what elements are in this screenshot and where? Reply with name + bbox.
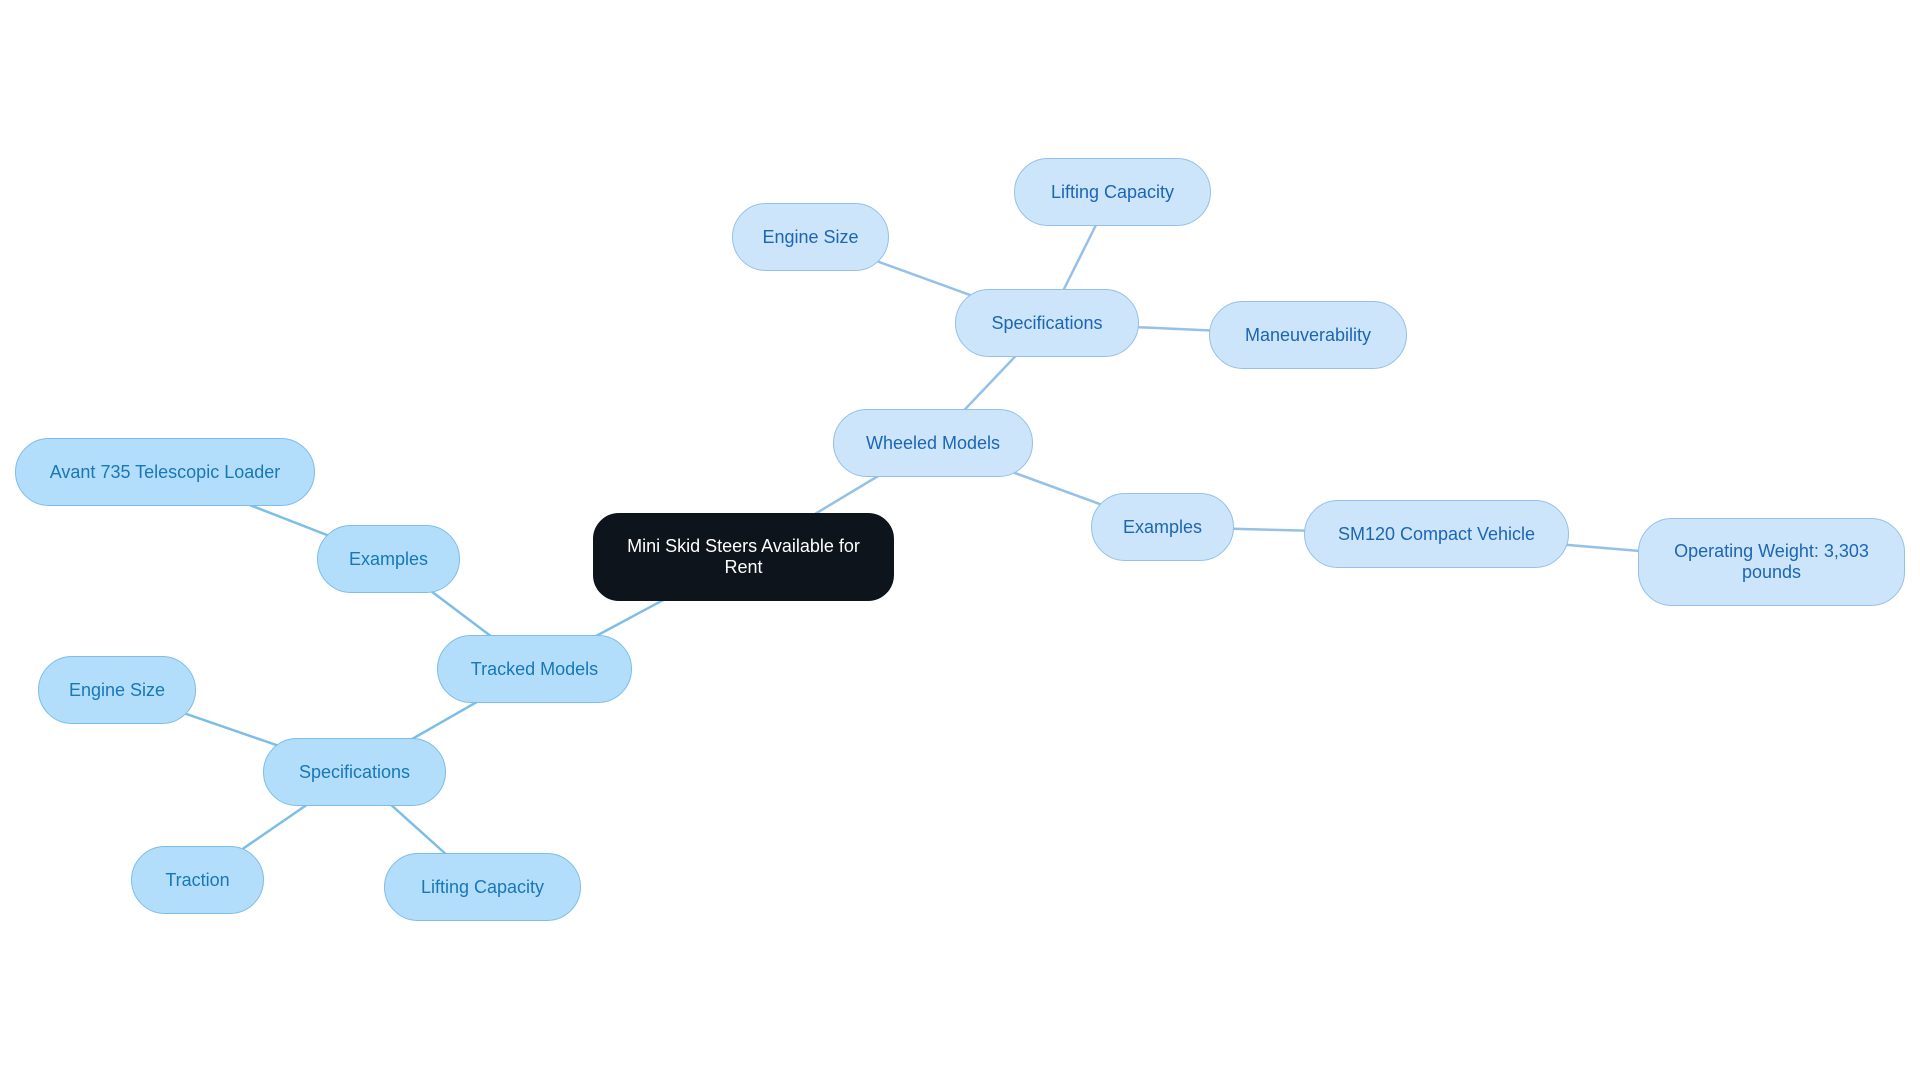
- connector-layer: [116, 191, 1772, 888]
- tracked-engine-size-node[interactable]: Engine Size: [38, 656, 196, 724]
- wheeled-lifting-capacity-node[interactable]: Lifting Capacity: [1014, 158, 1211, 226]
- wheeled-engine-size-node[interactable]: Engine Size: [732, 203, 889, 271]
- avant-735-telescopic-loader-node[interactable]: Avant 735 Telescopic Loader: [15, 438, 315, 506]
- operating-weight-node[interactable]: Operating Weight: 3,303 pounds: [1638, 518, 1905, 606]
- tracked-examples-node[interactable]: Examples: [317, 525, 460, 593]
- tracked-specifications-node[interactable]: Specifications: [263, 738, 446, 806]
- wheeled-examples-node[interactable]: Examples: [1091, 493, 1234, 561]
- wheeled-specifications-node[interactable]: Specifications: [955, 289, 1139, 357]
- tracked-traction-node[interactable]: Traction: [131, 846, 264, 914]
- tracked-lifting-capacity-node[interactable]: Lifting Capacity: [384, 853, 581, 921]
- wheeled-maneuverability-node[interactable]: Maneuverability: [1209, 301, 1407, 369]
- root-node[interactable]: Mini Skid Steers Available for Rent: [593, 513, 894, 601]
- wheeled-models-node[interactable]: Wheeled Models: [833, 409, 1033, 477]
- sm120-compact-vehicle-node[interactable]: SM120 Compact Vehicle: [1304, 500, 1569, 568]
- tracked-models-node[interactable]: Tracked Models: [437, 635, 632, 703]
